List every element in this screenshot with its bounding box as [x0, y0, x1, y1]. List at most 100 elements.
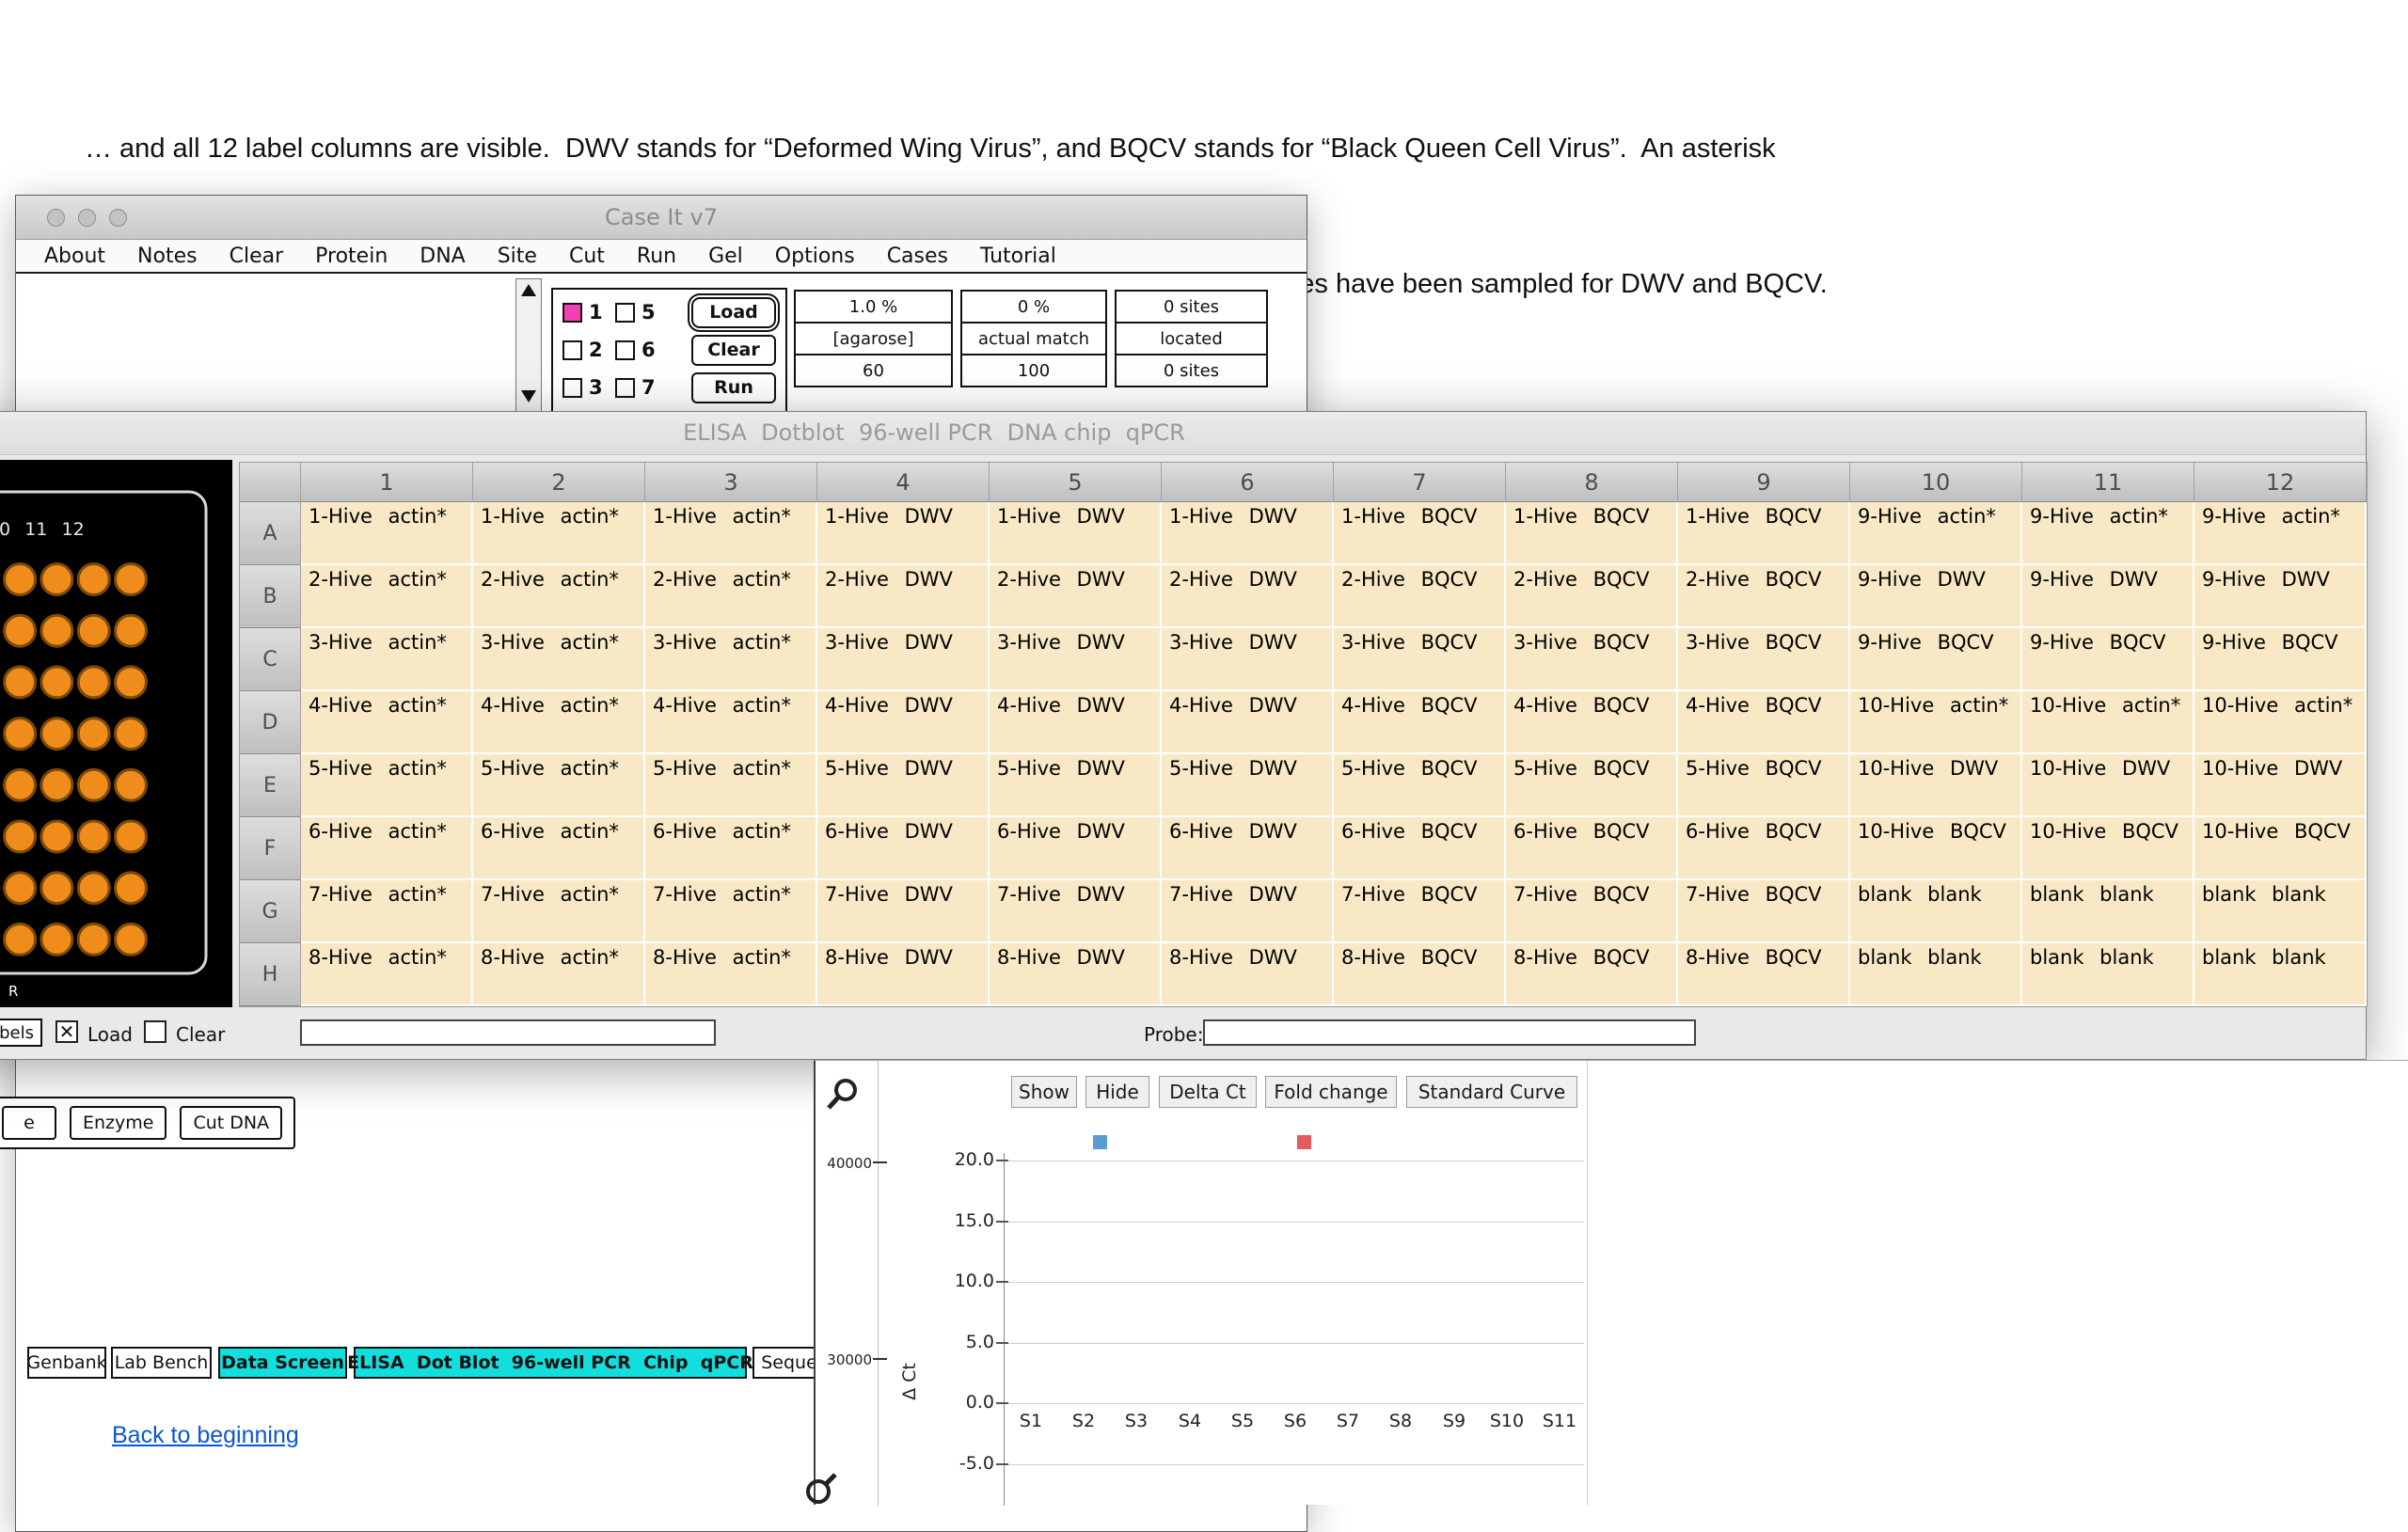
probe-input[interactable]	[1203, 1019, 1696, 1046]
zoom-window-button[interactable]	[109, 209, 127, 227]
well-cell-C8[interactable]: 3-Hive BQCV	[1506, 628, 1678, 691]
readout-1-0[interactable]: 0 %	[960, 290, 1107, 324]
well-cell-A7[interactable]: 1-Hive BQCV	[1334, 502, 1506, 565]
standard-curve-button[interactable]: Standard Curve	[1406, 1076, 1577, 1108]
well-cell-C9[interactable]: 3-Hive BQCV	[1678, 628, 1850, 691]
well-cell-H5[interactable]: 8-Hive DWV	[990, 943, 1162, 1006]
well-cell-G11[interactable]: blank blank	[2022, 880, 2194, 943]
scroll-up-icon[interactable]	[521, 284, 536, 296]
well-cell-F11[interactable]: 10-Hive BQCV	[2022, 817, 2194, 880]
menu-item-notes[interactable]: Notes	[137, 245, 198, 268]
well-cell-C7[interactable]: 3-Hive BQCV	[1334, 628, 1506, 691]
well-cell-E4[interactable]: 5-Hive DWV	[817, 754, 990, 817]
tool-button-e[interactable]: e	[2, 1106, 56, 1140]
well-cell-D1[interactable]: 4-Hive actin*	[301, 691, 473, 754]
lane-7-checkbox[interactable]	[615, 378, 635, 398]
well-cell-B2[interactable]: 2-Hive actin*	[473, 565, 645, 628]
well-cell-A6[interactable]: 1-Hive DWV	[1162, 502, 1334, 565]
well-cell-G8[interactable]: 7-Hive BQCV	[1506, 880, 1678, 943]
well-cell-H3[interactable]: 8-Hive actin*	[645, 943, 817, 1006]
well-cell-A10[interactable]: 9-Hive actin*	[1850, 502, 2022, 565]
well-cell-H7[interactable]: 8-Hive BQCV	[1334, 943, 1506, 1006]
lane-5-checkbox[interactable]	[615, 303, 635, 323]
tool-button-enzyme[interactable]: Enzyme	[70, 1106, 166, 1140]
well-cell-A9[interactable]: 1-Hive BQCV	[1678, 502, 1850, 565]
well-cell-A11[interactable]: 9-Hive actin*	[2022, 502, 2194, 565]
load-checkbox[interactable]	[55, 1020, 78, 1043]
menu-item-gel[interactable]: Gel	[708, 245, 743, 268]
well-cell-C10[interactable]: 9-Hive BQCV	[1850, 628, 2022, 691]
well-cell-D3[interactable]: 4-Hive actin*	[645, 691, 817, 754]
zoom-icon[interactable]	[823, 1078, 861, 1119]
well-cell-F1[interactable]: 6-Hive actin*	[301, 817, 473, 880]
well-cell-G6[interactable]: 7-Hive DWV	[1162, 880, 1334, 943]
well-cell-G4[interactable]: 7-Hive DWV	[817, 880, 990, 943]
text-scrollbar[interactable]	[515, 278, 542, 421]
well-cell-A4[interactable]: 1-Hive DWV	[817, 502, 990, 565]
well-cell-C2[interactable]: 3-Hive actin*	[473, 628, 645, 691]
well-cell-D6[interactable]: 4-Hive DWV	[1162, 691, 1334, 754]
menu-item-options[interactable]: Options	[775, 245, 855, 268]
fold-change-button[interactable]: Fold change	[1265, 1076, 1397, 1108]
well-cell-E10[interactable]: 10-Hive DWV	[1850, 754, 2022, 817]
well-cell-G1[interactable]: 7-Hive actin*	[301, 880, 473, 943]
run-button[interactable]: Run	[691, 372, 776, 403]
well-cell-A3[interactable]: 1-Hive actin*	[645, 502, 817, 565]
well-cell-B1[interactable]: 2-Hive actin*	[301, 565, 473, 628]
minimize-button[interactable]	[78, 209, 96, 227]
well-cell-B9[interactable]: 2-Hive BQCV	[1678, 565, 1850, 628]
well-cell-F8[interactable]: 6-Hive BQCV	[1506, 817, 1678, 880]
menu-item-clear[interactable]: Clear	[230, 245, 284, 268]
labels-button[interactable]: Labels	[0, 1019, 42, 1047]
well-cell-D4[interactable]: 4-Hive DWV	[817, 691, 990, 754]
well-cell-B8[interactable]: 2-Hive BQCV	[1506, 565, 1678, 628]
well-cell-E7[interactable]: 5-Hive BQCV	[1334, 754, 1506, 817]
well-cell-B3[interactable]: 2-Hive actin*	[645, 565, 817, 628]
well-cell-F12[interactable]: 10-Hive BQCV	[2194, 817, 2367, 880]
well-cell-F2[interactable]: 6-Hive actin*	[473, 817, 645, 880]
readout-1-2[interactable]: 100	[960, 354, 1107, 387]
delta-ct-button[interactable]: Delta Ct	[1159, 1076, 1257, 1108]
well-cell-F7[interactable]: 6-Hive BQCV	[1334, 817, 1506, 880]
well-cell-H10[interactable]: blank blank	[1850, 943, 2022, 1006]
menu-item-about[interactable]: About	[44, 245, 105, 268]
well-cell-G5[interactable]: 7-Hive DWV	[990, 880, 1162, 943]
well-cell-A12[interactable]: 9-Hive actin*	[2194, 502, 2367, 565]
lane-6-checkbox[interactable]	[615, 340, 635, 360]
menu-item-protein[interactable]: Protein	[315, 245, 388, 268]
well-cell-H2[interactable]: 8-Hive actin*	[473, 943, 645, 1006]
well-cell-H12[interactable]: blank blank	[2194, 943, 2367, 1006]
well-cell-C6[interactable]: 3-Hive DWV	[1162, 628, 1334, 691]
lane-3-checkbox[interactable]	[562, 378, 582, 398]
well-cell-B5[interactable]: 2-Hive DWV	[990, 565, 1162, 628]
back-to-beginning-link[interactable]: Back to beginning	[112, 1422, 299, 1449]
well-cell-B11[interactable]: 9-Hive DWV	[2022, 565, 2194, 628]
well-cell-H8[interactable]: 8-Hive BQCV	[1506, 943, 1678, 1006]
scroll-down-icon[interactable]	[521, 390, 536, 403]
well-cell-G10[interactable]: blank blank	[1850, 880, 2022, 943]
hide-button[interactable]: Hide	[1085, 1076, 1149, 1108]
well-cell-E12[interactable]: 10-Hive DWV	[2194, 754, 2367, 817]
lane-1-checkbox[interactable]	[562, 303, 582, 323]
well-cell-B6[interactable]: 2-Hive DWV	[1162, 565, 1334, 628]
menu-item-site[interactable]: Site	[498, 245, 537, 268]
well-cell-D7[interactable]: 4-Hive BQCV	[1334, 691, 1506, 754]
well-cell-C12[interactable]: 9-Hive BQCV	[2194, 628, 2367, 691]
tool-button-cut-dna[interactable]: Cut DNA	[180, 1106, 282, 1140]
readout-0-2[interactable]: 60	[794, 354, 953, 387]
well-cell-A8[interactable]: 1-Hive BQCV	[1506, 502, 1678, 565]
well-cell-G9[interactable]: 7-Hive BQCV	[1678, 880, 1850, 943]
well-cell-B10[interactable]: 9-Hive DWV	[1850, 565, 2022, 628]
well-cell-F3[interactable]: 6-Hive actin*	[645, 817, 817, 880]
well-cell-F6[interactable]: 6-Hive DWV	[1162, 817, 1334, 880]
well-cell-C3[interactable]: 3-Hive actin*	[645, 628, 817, 691]
well-cell-D2[interactable]: 4-Hive actin*	[473, 691, 645, 754]
tab-elisa[interactable]: ELISA Dot Blot 96-well PCR Chip qPCR	[354, 1347, 747, 1379]
well-cell-C1[interactable]: 3-Hive actin*	[301, 628, 473, 691]
well-cell-E8[interactable]: 5-Hive BQCV	[1506, 754, 1678, 817]
menu-item-cut[interactable]: Cut	[569, 245, 605, 268]
well-cell-D10[interactable]: 10-Hive actin*	[1850, 691, 2022, 754]
well-cell-E9[interactable]: 5-Hive BQCV	[1678, 754, 1850, 817]
readout-2-0[interactable]: 0 sites	[1115, 290, 1268, 324]
well-cell-C5[interactable]: 3-Hive DWV	[990, 628, 1162, 691]
